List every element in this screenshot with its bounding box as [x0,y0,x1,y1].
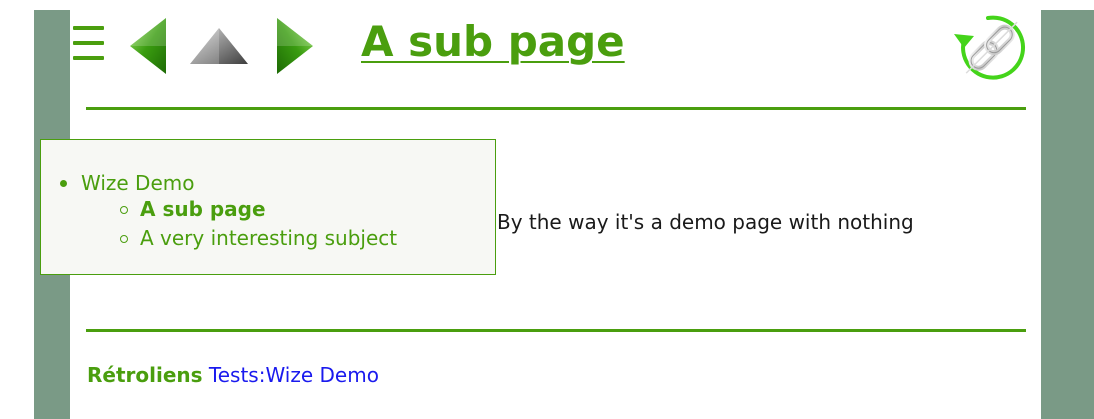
backlinks: Rétroliens Tests:Wize Demo [87,361,379,389]
navigation-tree: Wize Demo A sub page A very interesting … [60,168,397,253]
link-chain-icon[interactable] [950,10,1030,84]
right-side-band [1041,10,1094,419]
backlink-tests-wize-demo[interactable]: Tests:Wize Demo [209,363,379,387]
menu-bar [73,26,104,30]
backlinks-label: Rétroliens [87,363,203,387]
bullet-circle-icon [120,206,128,214]
tree-item-label[interactable]: A very interesting subject [140,226,397,250]
header-divider [86,107,1026,110]
navigation-subtree: A sub page A very interesting subject [120,195,397,253]
footer-divider [86,329,1026,332]
bullet-circle-icon [120,235,128,243]
tree-item-a-sub-page[interactable]: A sub page [120,195,397,224]
menu-bar [73,56,104,60]
navigation-tree-popup: Wize Demo A sub page A very interesting … [40,139,496,275]
parent-page-arrow-icon[interactable] [188,26,250,66]
hamburger-menu-icon[interactable] [73,24,104,62]
body-paragraph: By the way it's a demo page with nothing [497,210,914,234]
tree-item-label[interactable]: A sub page [140,197,266,221]
bullet-disc-icon [60,180,67,187]
tree-item-a-very-interesting-subject[interactable]: A very interesting subject [120,224,397,253]
previous-page-arrow-icon[interactable] [126,16,168,76]
tree-item-wize-demo[interactable]: Wize Demo A sub page A very interesting … [60,168,397,253]
next-page-arrow-icon[interactable] [275,16,317,76]
page: A sub page By the way it's a demo page w… [0,0,1094,419]
tree-item-label[interactable]: Wize Demo [81,171,194,195]
menu-bar [73,41,104,45]
page-title[interactable]: A sub page [361,14,625,70]
